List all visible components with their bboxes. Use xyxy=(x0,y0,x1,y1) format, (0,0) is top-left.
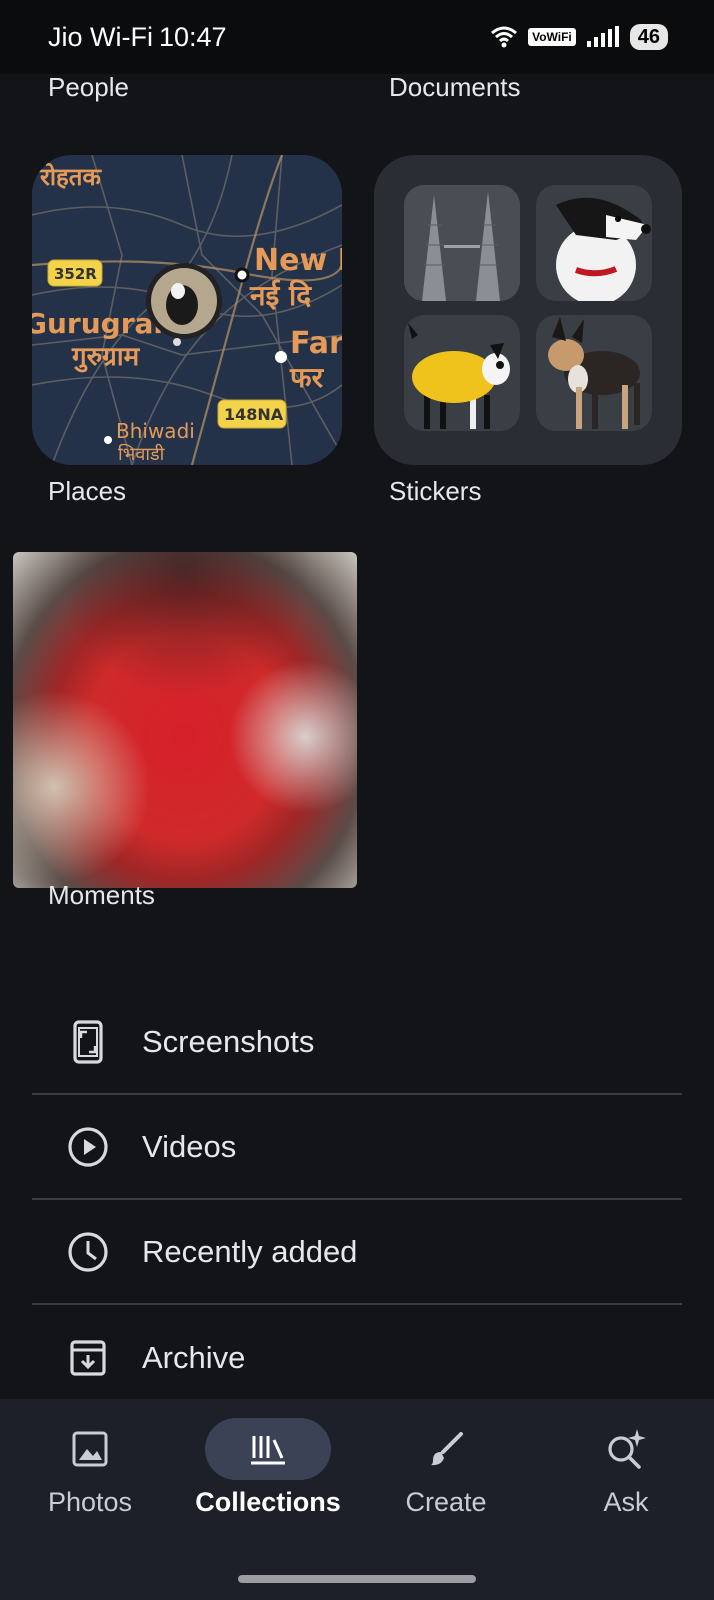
map-label-bhiwadi: Bhiwadi xyxy=(116,419,195,443)
sticker-dog-head xyxy=(536,185,652,301)
utilities-list: Screenshots Videos Recently added Archiv… xyxy=(32,990,682,1410)
nav-label-create: Create xyxy=(405,1487,487,1517)
places-tile[interactable]: रोहतक 352R Gurugram गुरुग्राम New D नई द… xyxy=(32,155,342,465)
signal-icon xyxy=(586,26,619,47)
collections-icon xyxy=(251,1436,285,1465)
list-item-archive[interactable]: Archive xyxy=(32,1305,682,1410)
status-left: Jio Wi-Fi 10:47 xyxy=(48,22,227,53)
clock: 10:47 xyxy=(158,21,227,52)
list-item-videos[interactable]: Videos xyxy=(32,1095,682,1200)
list-label-screenshots: Screenshots xyxy=(142,1023,315,1059)
stickers-label[interactable]: Stickers xyxy=(389,476,481,507)
image-icon xyxy=(72,1431,108,1467)
dog-head-image xyxy=(556,197,651,301)
nav-ask[interactable]: Ask xyxy=(536,1417,714,1518)
nav-label-collections: Collections xyxy=(195,1487,341,1517)
sticker-dog-standing xyxy=(536,315,652,431)
list-label-recently-added: Recently added xyxy=(142,1233,358,1269)
list-label-archive: Archive xyxy=(142,1339,246,1375)
map-label-new-delhi-hindi: नई दि xyxy=(249,279,312,312)
home-indicator[interactable] xyxy=(238,1575,476,1583)
sticker-towers xyxy=(404,185,520,301)
map-label-bhiwadi-hindi: भिवाडी xyxy=(118,443,165,465)
map-label-352r: 352R xyxy=(54,265,97,283)
map-label-rohtak: रोहतक xyxy=(39,163,102,191)
battery-indicator: 46 xyxy=(629,24,668,50)
stickers-tile[interactable] xyxy=(374,155,682,465)
map-label-new-delhi: New D xyxy=(254,243,342,278)
list-item-recently-added[interactable]: Recently added xyxy=(32,1200,682,1305)
sticker-dog-jacket xyxy=(404,315,520,431)
map-label-148na: 148NA xyxy=(224,405,284,424)
people-label[interactable]: People xyxy=(48,72,129,103)
vowifi-badge: VoWiFi xyxy=(528,28,576,46)
ask-search-sparkle-icon xyxy=(608,1429,646,1469)
nav-create[interactable]: Create xyxy=(356,1417,536,1518)
map-label-gurugram-hindi: गुरुग्राम xyxy=(71,342,141,373)
play-circle-icon xyxy=(66,1125,110,1169)
towers-image xyxy=(404,185,520,301)
list-label-videos: Videos xyxy=(142,1128,237,1164)
map-label-faridabad: Far xyxy=(290,326,342,361)
map-label-faridabad-hindi: फर xyxy=(289,361,325,394)
wifi-icon xyxy=(491,26,518,48)
active-indicator xyxy=(205,1418,331,1480)
dog-standing-image xyxy=(548,317,640,429)
nav-collections[interactable]: Collections xyxy=(178,1417,358,1518)
status-right: VoWiFi 46 xyxy=(490,24,668,50)
moments-label[interactable]: Moments xyxy=(48,880,155,911)
documents-label[interactable]: Documents xyxy=(389,72,521,103)
phone-screenshot-icon xyxy=(66,1019,110,1064)
list-item-screenshots[interactable]: Screenshots xyxy=(32,990,682,1095)
nav-label-photos: Photos xyxy=(47,1487,133,1517)
nav-label-ask: Ask xyxy=(603,1487,649,1517)
archive-icon xyxy=(66,1336,110,1380)
moments-tile[interactable] xyxy=(13,552,357,888)
nav-photos[interactable]: Photos xyxy=(0,1417,180,1518)
map-image: रोहतक 352R Gurugram गुरुग्राम New D नई द… xyxy=(32,155,342,465)
bottom-navigation: Photos Collections Create Ask xyxy=(0,1399,714,1600)
carrier-label: Jio Wi-Fi xyxy=(48,21,153,52)
dog-jacket-image xyxy=(408,323,510,429)
brush-icon xyxy=(431,1432,463,1466)
clock-icon xyxy=(66,1230,110,1274)
places-label[interactable]: Places xyxy=(48,476,126,507)
status-bar: Jio Wi-Fi 10:47 VoWiFi 46 xyxy=(0,0,714,74)
